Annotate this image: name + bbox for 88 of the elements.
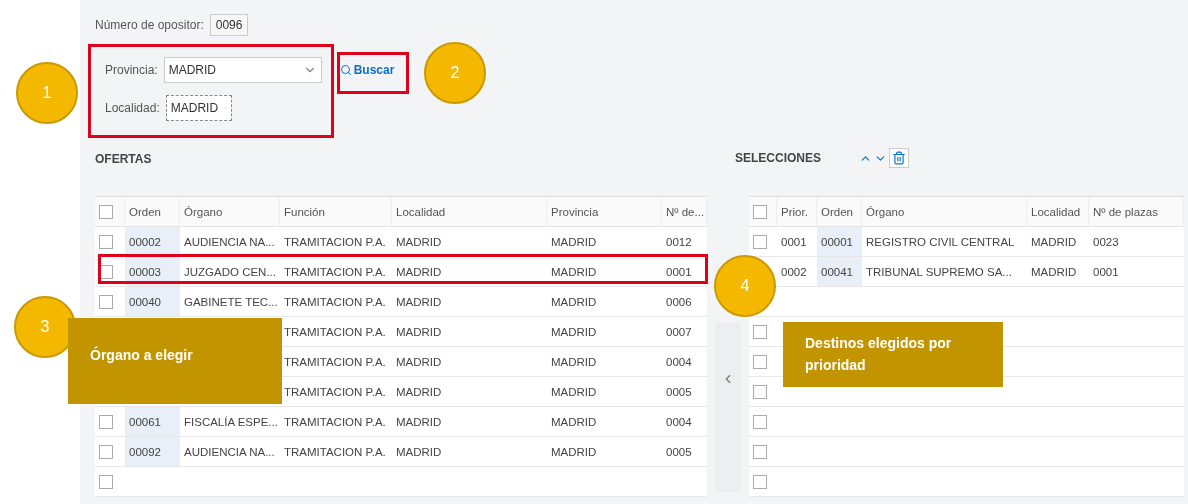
select-all-checkbox[interactable] xyxy=(99,204,113,219)
localidad-dropdown[interactable]: MADRID xyxy=(165,95,232,121)
table-cell: AUDIENCIA NA... xyxy=(180,227,280,257)
table-cell: MADRID xyxy=(547,257,662,287)
step-badge: 1 xyxy=(16,62,78,124)
opositor-field: 0096 xyxy=(209,14,249,36)
field-label: Número de opositor: xyxy=(95,18,204,32)
table-cell: MADRID xyxy=(392,377,547,407)
field-label: Localidad: xyxy=(105,101,160,115)
column-header[interactable]: Localidad xyxy=(1027,197,1089,227)
callout: Órgano a elegir xyxy=(68,318,282,404)
checkbox[interactable] xyxy=(753,474,767,489)
table-cell: GABINETE TEC... xyxy=(180,287,280,317)
column-header[interactable]: Prior. xyxy=(777,197,817,227)
table-cell: 0023 xyxy=(1089,227,1184,257)
table-cell: MADRID xyxy=(392,437,547,467)
column-header[interactable]: Provincia xyxy=(547,197,662,227)
table-cell: 0012 xyxy=(662,227,707,257)
checkbox[interactable] xyxy=(99,294,113,309)
checkbox[interactable] xyxy=(99,474,113,489)
table-cell: 0004 xyxy=(662,347,707,377)
section-title: SELECCIONES xyxy=(735,151,821,165)
table-cell: 00092 xyxy=(125,437,180,467)
table-cell: 0005 xyxy=(662,377,707,407)
table-cell: TRAMITACION P.A. xyxy=(280,287,392,317)
table-cell: MADRID xyxy=(392,317,547,347)
table-cell: TRAMITACION P.A. xyxy=(280,437,392,467)
table-cell: JUZGADO CEN... xyxy=(180,257,280,287)
column-header[interactable]: Nº de plazas xyxy=(1089,197,1184,227)
checkbox[interactable] xyxy=(99,414,113,429)
table-cell: 00001 xyxy=(817,227,862,257)
table-cell: TRAMITACION P.A. xyxy=(280,407,392,437)
table-cell: MADRID xyxy=(547,317,662,347)
table-cell: MADRID xyxy=(547,437,662,467)
table-cell: MADRID xyxy=(547,377,662,407)
table-cell: TRIBUNAL SUPREMO SA... xyxy=(862,257,1027,287)
highlight-frame xyxy=(337,52,409,94)
column-header[interactable]: Localidad xyxy=(392,197,547,227)
search-icon xyxy=(339,64,352,76)
table-cell: MADRID xyxy=(547,347,662,377)
checkbox[interactable] xyxy=(753,324,767,339)
table-cell: 00002 xyxy=(125,227,180,257)
table-cell: 00041 xyxy=(817,257,862,287)
column-header[interactable]: Órgano xyxy=(862,197,1027,227)
checkbox[interactable] xyxy=(753,354,767,369)
table-cell: MADRID xyxy=(392,347,547,377)
checkbox[interactable] xyxy=(99,234,113,249)
table-cell: 0004 xyxy=(662,407,707,437)
table-cell: 0006 xyxy=(662,287,707,317)
column-header[interactable]: Función xyxy=(280,197,392,227)
search-button[interactable]: Buscar xyxy=(337,61,397,79)
table-cell: MADRID xyxy=(392,227,547,257)
checkbox[interactable] xyxy=(753,414,767,429)
column-header[interactable]: Nº de... xyxy=(662,197,707,227)
checkbox[interactable] xyxy=(753,234,767,249)
table-cell: TRAMITACION P.A. xyxy=(280,227,392,257)
checkbox[interactable] xyxy=(99,444,113,459)
select-all-checkbox[interactable] xyxy=(753,204,767,219)
table-cell: 0005 xyxy=(662,437,707,467)
table-cell: AUDIENCIA NA... xyxy=(180,437,280,467)
table-cell: MADRID xyxy=(1027,227,1089,257)
table-cell: MADRID xyxy=(392,287,547,317)
checkbox[interactable] xyxy=(753,444,767,459)
table-cell: FISCALÍA ESPE... xyxy=(180,407,280,437)
table-cell: 0001 xyxy=(1089,257,1184,287)
table-cell: 0007 xyxy=(662,317,707,347)
table-cell: MADRID xyxy=(547,407,662,437)
column-header[interactable]: Orden xyxy=(817,197,862,227)
table-cell: MADRID xyxy=(392,257,547,287)
callout: Destinos elegidos por prioridad xyxy=(783,322,1003,387)
delete-button[interactable] xyxy=(889,148,909,168)
checkbox[interactable] xyxy=(753,384,767,399)
table-cell: TRAMITACION P.A. xyxy=(280,257,392,287)
column-header[interactable]: Orden xyxy=(125,197,180,227)
table-cell: REGISTRO CIVIL CENTRAL xyxy=(862,227,1027,257)
provincia-dropdown[interactable]: MADRID xyxy=(163,57,322,83)
table-cell: MADRID xyxy=(547,227,662,257)
table-cell: MADRID xyxy=(1027,257,1089,287)
table-cell: MADRID xyxy=(547,287,662,317)
field-label: Provincia: xyxy=(105,63,158,77)
table-cell: MADRID xyxy=(392,407,547,437)
column-header[interactable]: Órgano xyxy=(180,197,280,227)
table-cell: 00061 xyxy=(125,407,180,437)
table-cell: 00040 xyxy=(125,287,180,317)
trash-icon xyxy=(892,151,906,165)
section-title: OFERTAS xyxy=(95,152,152,166)
table-cell: 0001 xyxy=(662,257,707,287)
step-badge: 3 xyxy=(14,296,76,358)
